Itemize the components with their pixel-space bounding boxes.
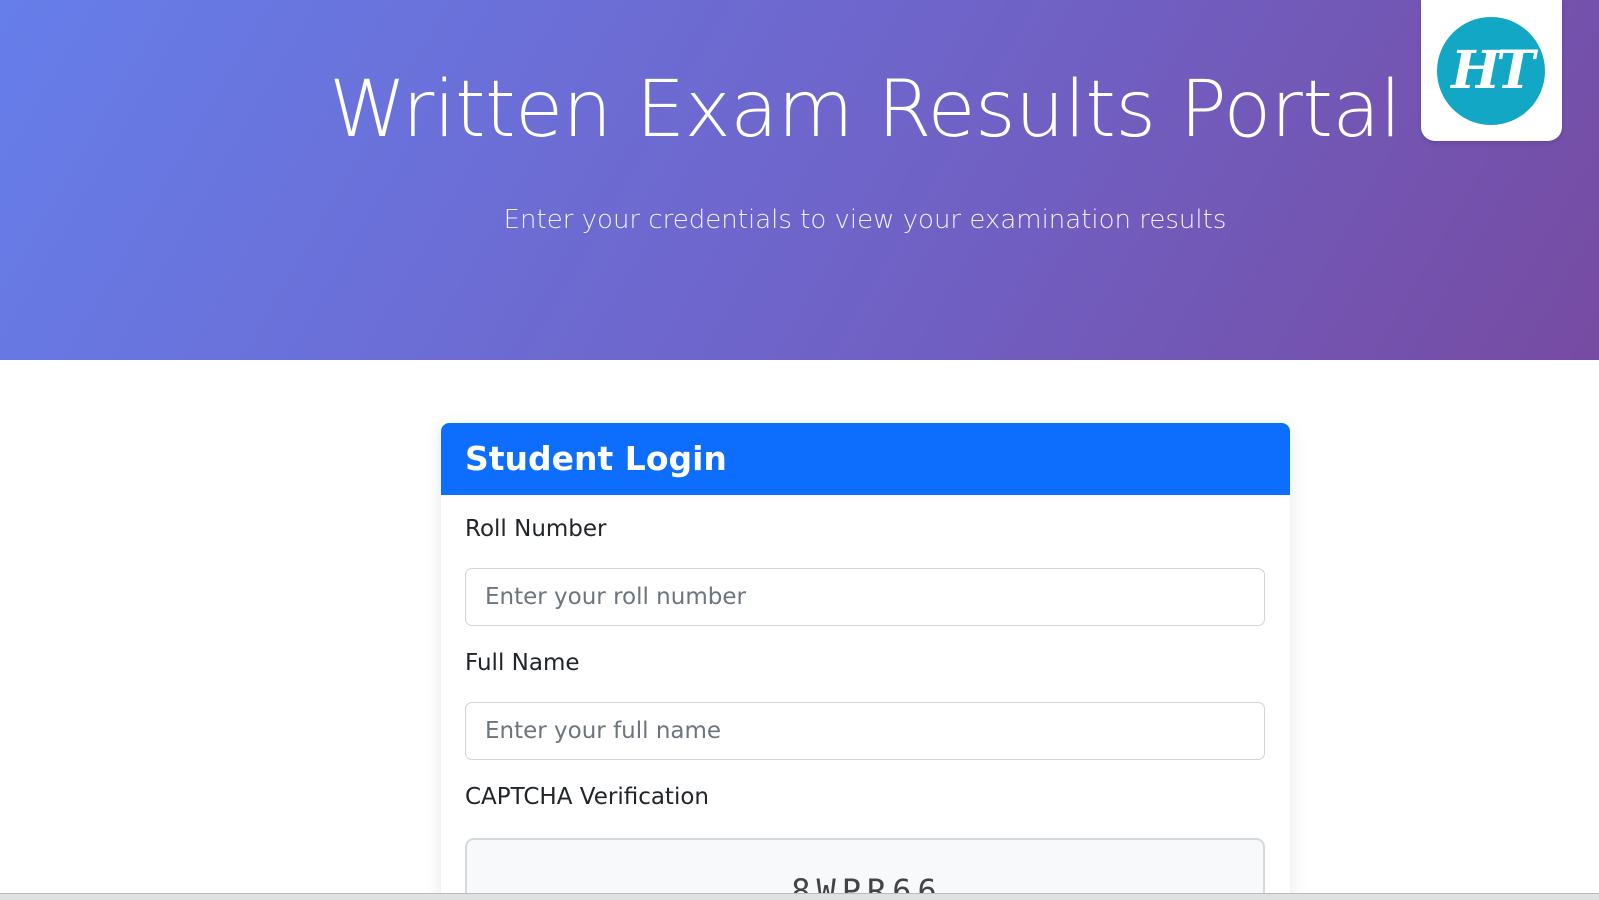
login-card-header: Student Login <box>441 423 1290 495</box>
login-card-title: Student Login <box>465 439 727 478</box>
full-name-input[interactable] <box>465 702 1265 760</box>
login-card: Student Login Roll Number Full Name CAPT… <box>441 423 1290 900</box>
page-subtitle: Enter your credentials to view your exam… <box>503 205 1227 235</box>
roll-number-label: Roll Number <box>465 516 607 542</box>
logo-container[interactable]: HT <box>1421 0 1562 141</box>
captcha-label: CAPTCHA Verification <box>465 784 709 810</box>
captcha-display: 8WPR66 <box>465 838 1265 900</box>
roll-number-input[interactable] <box>465 568 1265 626</box>
full-name-label: Full Name <box>465 650 580 676</box>
page-title: Written Exam Results Portal <box>329 65 1401 155</box>
ht-logo-icon: HT <box>1437 17 1545 125</box>
horizontal-scrollbar[interactable] <box>0 893 1599 900</box>
header-banner: Written Exam Results Portal Enter your c… <box>0 0 1599 360</box>
page: Written Exam Results Portal Enter your c… <box>0 0 1599 900</box>
